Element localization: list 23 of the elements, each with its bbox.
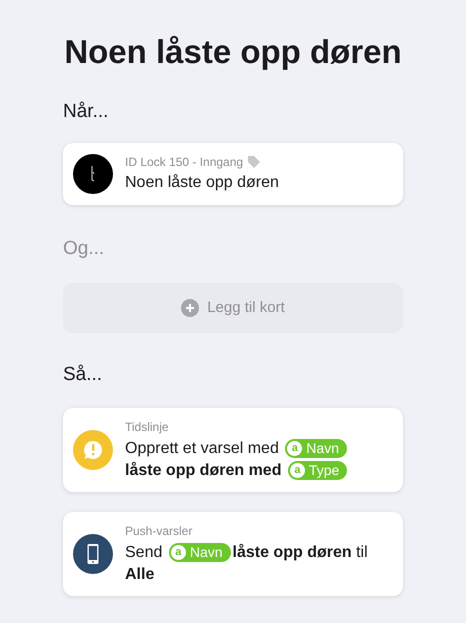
action-text: Alle — [125, 566, 154, 582]
variable-tag[interactable]: a Type — [288, 460, 348, 480]
action-type-label: Tidslinje — [125, 418, 170, 436]
section-heading: Så... — [63, 363, 104, 387]
action-text: låste opp døren — [232, 544, 352, 560]
action-card[interactable]: Tidslinje Opprett et varsel med a Navn låste opp døren med a Type — [63, 408, 403, 492]
tag-icon — [247, 154, 262, 168]
trigger-text: Noen låste opp døren — [125, 172, 279, 192]
action-text: til — [356, 544, 368, 560]
action-text: låste opp døren med — [125, 462, 282, 478]
plus-icon — [181, 299, 200, 317]
action-text: Send — [125, 544, 162, 560]
variable-tag[interactable]: a Navn — [285, 438, 347, 458]
device-label: ID Lock 150 - Inngang — [125, 154, 244, 170]
page-title: Noen låste opp døren — [63, 32, 403, 72]
section-heading: Og... — [63, 236, 106, 260]
action-type-label: Push-varsler — [125, 522, 194, 540]
add-card-button[interactable]: Legg til kort — [63, 283, 403, 333]
variable-tag[interactable]: a Navn — [168, 542, 231, 562]
action-card[interactable]: Push-varsler Send a Navn låste opp døren til Alle — [63, 512, 403, 596]
trigger-card[interactable]: ID Lock 150 - Inngang Noen låste opp døren — [63, 142, 403, 204]
section-heading: Når... — [63, 100, 110, 124]
action-text: Opprett et varsel med — [125, 440, 279, 456]
